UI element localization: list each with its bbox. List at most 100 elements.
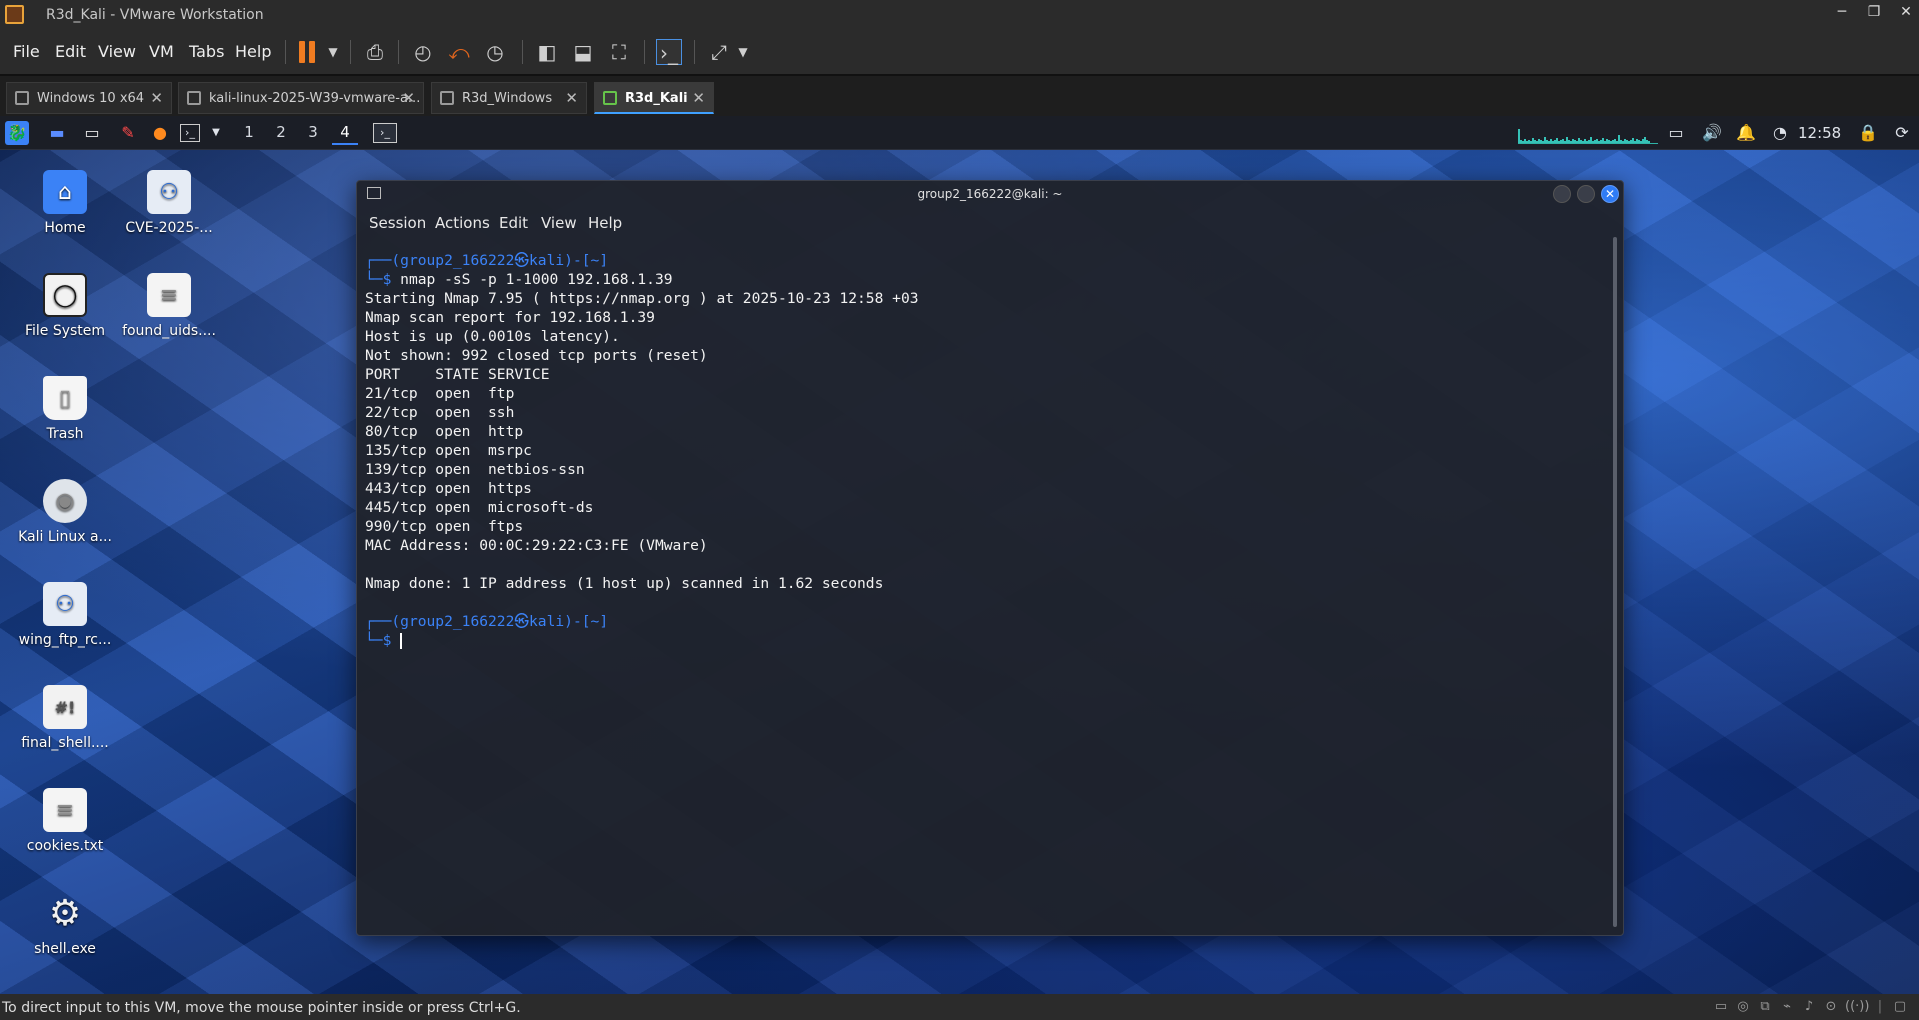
logout-icon[interactable]: ⟳: [1890, 121, 1914, 145]
tab-r3d-windows[interactable]: R3d_Windows ✕: [431, 82, 587, 114]
task-terminal-icon[interactable]: ›_: [373, 123, 397, 143]
volume-icon[interactable]: 🔊: [1700, 121, 1724, 145]
gear-file-icon: ⚙: [48, 892, 82, 934]
python-file-icon: ⚇: [43, 582, 87, 626]
menu-help[interactable]: Help: [235, 42, 271, 61]
close-icon[interactable]: ✕: [150, 89, 163, 107]
pause-icon[interactable]: [299, 41, 305, 63]
printer-icon[interactable]: ⊙: [1823, 999, 1839, 1015]
terminal-scrollbar[interactable]: [1613, 237, 1617, 927]
terminal-launcher-icon[interactable]: ›_: [180, 124, 200, 142]
show-desktop-icon[interactable]: ▬: [45, 121, 69, 145]
output-line: Nmap done: 1 IP address (1 host up) scan…: [365, 575, 884, 592]
terminal-menu-session[interactable]: Session: [369, 214, 426, 232]
network-adapter-icon[interactable]: ⧉: [1757, 999, 1773, 1015]
desktop-icon-wing-ftp[interactable]: ⚇ wing_ftp_rc...: [17, 582, 113, 648]
prompt-dir: ~: [590, 613, 600, 630]
power-icon[interactable]: ◔: [1768, 121, 1792, 145]
prompt-host: kali: [529, 613, 565, 630]
desktop-icon-file-system[interactable]: ◯ File System: [17, 273, 113, 339]
desktop-icon-trash[interactable]: ▯ Trash: [17, 376, 113, 442]
terminal-close-button[interactable]: ✕: [1601, 185, 1619, 203]
sound-card-icon[interactable]: ♪: [1801, 999, 1817, 1015]
firefox-icon[interactable]: ●: [148, 121, 172, 145]
library-view-icon[interactable]: ◧: [534, 39, 560, 65]
screen-icon[interactable]: ▭: [1664, 121, 1688, 145]
lock-icon[interactable]: 🔒: [1856, 121, 1880, 145]
terminal-window[interactable]: group2_166222@kali: ~ ✕ Session Actions …: [356, 180, 1624, 936]
fullscreen-icon[interactable]: ⛶: [606, 39, 632, 65]
cd-drive-icon[interactable]: ◎: [1735, 999, 1751, 1015]
send-ctrl-alt-del-icon[interactable]: ⎙: [362, 39, 388, 65]
terminal-menu-actions[interactable]: Actions: [435, 214, 490, 232]
output-line: Starting Nmap 7.95 ( https://nmap.org ) …: [365, 290, 919, 307]
minimize-button[interactable]: ─: [1830, 4, 1854, 20]
vmware-menubar: File Edit View VM Tabs Help ▼ ⎙ ◴ ⤺ ◷ ◧ …: [0, 30, 1919, 74]
tab-r3d-kali[interactable]: R3d_Kali ✕: [594, 82, 714, 114]
menu-vm[interactable]: VM: [149, 42, 174, 61]
launcher-dropdown-icon[interactable]: ▼: [204, 121, 228, 145]
vm-icon: [187, 91, 201, 105]
output-line: 445/tcp open microsoft-ds: [365, 499, 594, 516]
desktop-icon-kali-linux[interactable]: ◉ Kali Linux a...: [17, 479, 113, 545]
close-icon[interactable]: ✕: [402, 89, 415, 107]
menu-edit[interactable]: Edit: [55, 42, 86, 61]
terminal-output[interactable]: ┌──(group2_166222㉿kali)-[~] └─$ nmap -sS …: [365, 251, 1605, 921]
drive-icon: ◯: [43, 273, 87, 317]
workspace-2[interactable]: 2: [268, 123, 294, 145]
close-icon[interactable]: ✕: [692, 89, 705, 107]
text-cursor: [400, 633, 403, 649]
revert-snapshot-icon[interactable]: ⤺: [446, 39, 472, 65]
desktop-icon-cookies[interactable]: ≡ cookies.txt: [17, 788, 113, 854]
workspace-4[interactable]: 4: [332, 123, 358, 145]
workspace-1[interactable]: 1: [236, 123, 262, 145]
panel-clock[interactable]: 12:58: [1798, 124, 1841, 142]
workspace-3[interactable]: 3: [300, 123, 326, 145]
desktop-icon-home[interactable]: ⌂ Home: [17, 170, 113, 236]
console-view-icon[interactable]: ›_: [656, 39, 682, 65]
text-editor-icon[interactable]: ✎: [116, 121, 140, 145]
kali-top-panel: 🐉 ▬ ▭ ✎ ● ›_ ▼ 1 2 3 4 ›_ ▭ 🔊 🔔 ◔ 12:58 …: [0, 116, 1919, 150]
tab-label: kali-linux-2025-W39-vmware-a...: [209, 91, 421, 106]
terminal-maximize-button[interactable]: [1577, 185, 1595, 203]
tab-kali-linux-2025[interactable]: kali-linux-2025-W39-vmware-a... ✕: [178, 82, 424, 114]
wireless-icon[interactable]: ((·)): [1845, 999, 1869, 1015]
terminal-minimize-button[interactable]: [1553, 185, 1571, 203]
terminal-title: group2_166222@kali: ~: [917, 187, 1063, 201]
snapshot-icon[interactable]: ◴: [410, 39, 436, 65]
menu-tabs[interactable]: Tabs: [189, 42, 224, 61]
message-log-icon[interactable]: ▢: [1892, 999, 1908, 1015]
terminal-menu-help[interactable]: Help: [588, 214, 622, 232]
vmware-titlebar: R3d_Kali - VMware Workstation ─ ❐ ✕: [0, 0, 1919, 30]
desktop-icon-found-uids[interactable]: ≡ found_uids....: [121, 273, 217, 339]
file-manager-icon[interactable]: ▭: [80, 121, 104, 145]
disc-icon: ◉: [43, 479, 87, 523]
terminal-menu-view[interactable]: View: [541, 214, 577, 232]
terminal-menu-edit[interactable]: Edit: [499, 214, 528, 232]
desktop-icon-final-shell[interactable]: #! final_shell....: [17, 685, 113, 751]
hard-disk-icon[interactable]: ▭: [1713, 999, 1729, 1015]
desktop-icon-cve[interactable]: ⚇ CVE-2025-...: [121, 170, 217, 236]
thumbnail-view-icon[interactable]: ⬓: [570, 39, 596, 65]
desktop-icon-label: Home: [44, 220, 86, 236]
notifications-icon[interactable]: 🔔: [1734, 121, 1758, 145]
pause-icon-bar[interactable]: [309, 41, 315, 63]
snapshot-manager-icon[interactable]: ◷: [482, 39, 508, 65]
kali-menu-icon[interactable]: 🐉: [5, 121, 29, 145]
terminal-titlebar[interactable]: group2_166222@kali: ~ ✕: [357, 181, 1623, 207]
close-icon[interactable]: ✕: [565, 89, 578, 107]
input-line[interactable]: └─$: [365, 631, 1605, 650]
tab-windows-10[interactable]: Windows 10 x64 ✕: [6, 82, 172, 114]
menu-view[interactable]: View: [98, 42, 136, 61]
vmware-logo-icon: [5, 5, 24, 24]
power-dropdown-icon[interactable]: ▼: [320, 39, 346, 65]
usb-icon[interactable]: ⌁: [1779, 999, 1795, 1015]
stretch-view-icon[interactable]: ⤢: [706, 39, 732, 65]
desktop-icon-shell-exe[interactable]: ⚙ shell.exe: [17, 891, 113, 958]
restore-button[interactable]: ❐: [1862, 4, 1886, 20]
vm-running-icon: [603, 91, 617, 105]
stretch-dropdown-icon[interactable]: ▼: [730, 39, 756, 65]
guest-desktop[interactable]: 🐉 ▬ ▭ ✎ ● ›_ ▼ 1 2 3 4 ›_ ▭ 🔊 🔔 ◔ 12:58 …: [0, 116, 1919, 994]
menu-file[interactable]: File: [13, 42, 40, 61]
close-button[interactable]: ✕: [1894, 4, 1918, 20]
